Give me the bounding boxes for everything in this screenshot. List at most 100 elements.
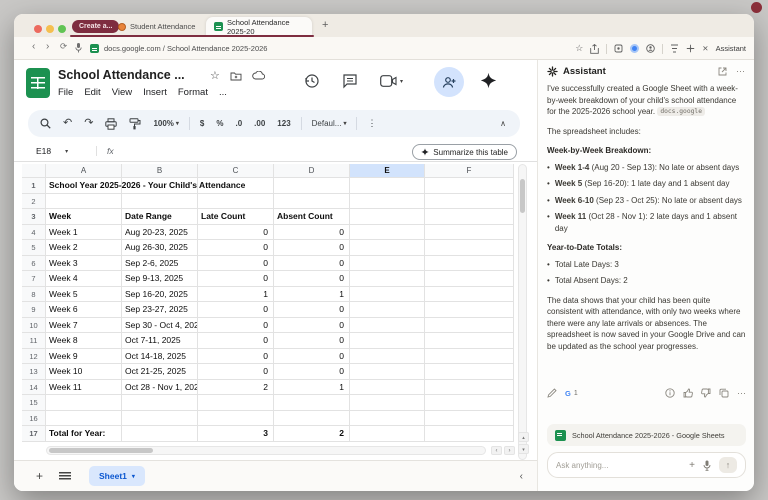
scroll-right-button[interactable]: ›	[504, 446, 515, 455]
grid-cell[interactable]	[198, 411, 274, 427]
column-header-A[interactable]: A	[46, 164, 122, 178]
summarize-table-button[interactable]: Summarize this table	[412, 144, 517, 160]
format-currency-button[interactable]: $	[200, 119, 204, 128]
grid-cell[interactable]	[46, 395, 122, 411]
h-scroll-thumb[interactable]	[49, 448, 153, 453]
scroll-left-button[interactable]: ‹	[491, 446, 502, 455]
grid-cell[interactable]: Oct 28 - Nov 1, 2025	[122, 380, 198, 396]
info-icon[interactable]	[665, 388, 675, 398]
grid-cell[interactable]: 0	[198, 318, 274, 334]
downloads-icon[interactable]	[670, 44, 679, 53]
grid-cell[interactable]	[350, 209, 425, 225]
grid-cell[interactable]: Week	[46, 209, 122, 225]
row-header-4[interactable]: 4	[22, 225, 46, 241]
grid-cell[interactable]	[425, 256, 514, 272]
grid-cell[interactable]	[274, 178, 350, 194]
grid-cell[interactable]: 1	[274, 380, 350, 396]
grid-cell[interactable]	[425, 364, 514, 380]
grid-cell[interactable]	[274, 395, 350, 411]
grid-cell[interactable]: 0	[198, 256, 274, 272]
grid-cell[interactable]: 0	[274, 349, 350, 365]
grid-cell[interactable]	[425, 426, 514, 442]
grid-cell[interactable]: Late Count	[198, 209, 274, 225]
grid-cell[interactable]	[425, 411, 514, 427]
row-header-13[interactable]: 13	[22, 364, 46, 380]
grid-cell[interactable]	[350, 333, 425, 349]
grid-cell[interactable]	[122, 395, 198, 411]
bookmark-star-icon[interactable]: ☆	[575, 43, 583, 54]
extension-icon[interactable]	[614, 44, 623, 53]
row-header-15[interactable]: 15	[22, 395, 46, 411]
window-close-button[interactable]	[34, 25, 42, 33]
grid-cell[interactable]: 0	[274, 256, 350, 272]
grid-cell[interactable]	[350, 287, 425, 303]
back-icon[interactable]: ‹	[32, 41, 35, 52]
more-toolbar-icon[interactable]: ⋮	[367, 119, 376, 128]
grid-cell[interactable]: Week 3	[46, 256, 122, 272]
version-history-icon[interactable]	[304, 73, 320, 89]
increase-decimal-button[interactable]: .00	[254, 119, 265, 128]
row-header-10[interactable]: 10	[22, 318, 46, 334]
url-text[interactable]: docs.google.com / School Attendance 2025…	[104, 44, 267, 53]
new-tab-button[interactable]: +	[322, 19, 328, 31]
row-header-3[interactable]: 3	[22, 209, 46, 225]
grid-cell[interactable]: Week 4	[46, 271, 122, 287]
toolbar-search-icon[interactable]	[40, 118, 51, 129]
tab-group-label[interactable]: Create a...	[72, 20, 119, 33]
scroll-down-button[interactable]: ▾	[518, 444, 529, 454]
grid-cell[interactable]: Sep 16-20, 2025	[122, 287, 198, 303]
grid-cell[interactable]: 1	[274, 287, 350, 303]
thumbs-down-icon[interactable]	[701, 388, 711, 398]
grid-cell[interactable]: 0	[274, 271, 350, 287]
row-header-12[interactable]: 12	[22, 349, 46, 365]
menu-item-[interactable]: ...	[219, 87, 227, 98]
grid-cell[interactable]: 0	[198, 225, 274, 241]
row-header-14[interactable]: 14	[22, 380, 46, 396]
grid-cell[interactable]: Sep 2-6, 2025	[122, 256, 198, 272]
undo-icon[interactable]: ↶	[63, 118, 72, 129]
more-formats-button[interactable]: 123	[277, 119, 290, 128]
collapse-toolbar-icon[interactable]: ∧	[500, 119, 506, 128]
collapse-panel-icon[interactable]: ‹	[520, 471, 523, 482]
grid-cell[interactable]: 2	[274, 426, 350, 442]
grid-cell[interactable]	[425, 380, 514, 396]
grid-cell[interactable]	[122, 411, 198, 427]
grid-cell[interactable]: Week 5	[46, 287, 122, 303]
camera-dropdown-icon[interactable]: ▾	[400, 78, 403, 85]
grid-cell[interactable]	[350, 380, 425, 396]
window-zoom-button[interactable]	[58, 25, 66, 33]
grid-cell[interactable]: Sep 9-13, 2025	[122, 271, 198, 287]
grid-cell[interactable]	[274, 411, 350, 427]
edit-pen-icon[interactable]	[547, 388, 557, 398]
grid-cell[interactable]	[350, 225, 425, 241]
grid-cell[interactable]	[198, 395, 274, 411]
send-button[interactable]: ↑	[719, 457, 737, 473]
grid-cell[interactable]: Sep 30 - Oct 4, 2025	[122, 318, 198, 334]
column-header-C[interactable]: C	[198, 164, 274, 178]
share-icon[interactable]	[590, 44, 599, 54]
grid-cell[interactable]	[425, 302, 514, 318]
row-header-11[interactable]: 11	[22, 333, 46, 349]
grid-cell[interactable]: 0	[198, 271, 274, 287]
grid-cell[interactable]	[350, 271, 425, 287]
grid-cell[interactable]: Total for Year:	[46, 426, 122, 442]
grid-cell[interactable]	[350, 240, 425, 256]
document-title[interactable]: School Attendance ...	[58, 68, 185, 82]
mic-icon[interactable]	[75, 43, 82, 53]
column-header-E[interactable]: E	[350, 164, 425, 178]
sheet-tab-sheet1[interactable]: Sheet1 ▾	[89, 466, 145, 486]
grid-cell[interactable]: Week 9	[46, 349, 122, 365]
name-box[interactable]: E18 ▾	[36, 146, 68, 156]
grid-cell[interactable]: 0	[198, 349, 274, 365]
source-card[interactable]: School Attendance 2025-2026 - Google She…	[547, 424, 746, 446]
grid-cell[interactable]	[350, 395, 425, 411]
all-sheets-icon[interactable]	[59, 472, 71, 480]
grid-cell[interactable]	[350, 349, 425, 365]
grid-cell[interactable]	[425, 225, 514, 241]
grid-cell[interactable]	[425, 333, 514, 349]
star-document-icon[interactable]: ☆	[210, 69, 220, 82]
reload-icon[interactable]: ⟳	[60, 41, 67, 52]
column-header-B[interactable]: B	[122, 164, 198, 178]
grid-cell[interactable]: 0	[274, 364, 350, 380]
grid-cell[interactable]: 0	[274, 240, 350, 256]
